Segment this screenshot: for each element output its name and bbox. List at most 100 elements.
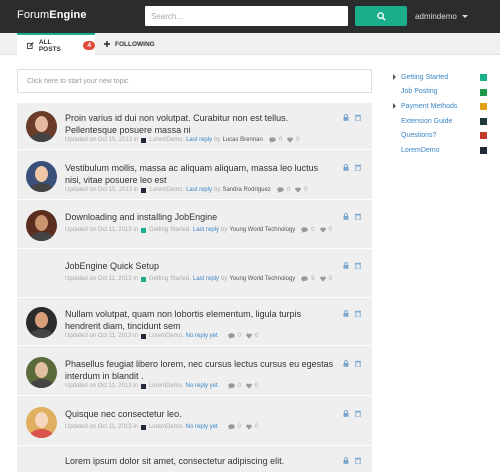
thread-title[interactable]: Nullam volutpat, quam non lobortis eleme… [65,308,335,332]
reply-author[interactable]: Young World Technology [229,276,295,282]
heart-icon [246,383,252,389]
thread-row[interactable]: Proin varius id dui non volutpat. Curabi… [17,103,372,150]
comment-icon [301,227,309,233]
thread-title[interactable]: Lorem ipsum dolor sit amet, consectetur … [65,455,335,467]
updated-text: Updated on Oct 11, 2013 in [65,227,138,233]
lock-icon[interactable] [343,310,349,317]
thread-title[interactable]: Phasellus feugiat libero lorem, nec curs… [65,358,335,382]
thread-meta: Updated on Oct 11, 2013 in LoremDemo. No… [65,333,258,339]
thread-row[interactable]: Downloading and installing JobEngine Upd… [17,202,372,249]
comment-icon [277,187,284,193]
thread-category[interactable]: LoremDemo. [149,137,184,143]
trash-icon[interactable] [355,213,361,220]
comment-icon [269,137,276,143]
last-reply-link[interactable]: Last reply [186,187,212,193]
lock-icon[interactable] [343,262,349,269]
thread-title[interactable]: JobEngine Quick Setup [65,260,335,272]
last-reply-link[interactable]: Last reply [193,227,219,233]
thread-title[interactable]: Quisque nec consectetur leo. [65,408,335,420]
updated-text: Updated on Oct 15, 2013 in [65,187,139,193]
category-item[interactable]: LoremDemo [388,143,500,158]
search-icon [376,11,386,21]
unread-count-badge: 4 [83,41,95,50]
lock-icon[interactable] [343,114,349,121]
brand-logo[interactable]: ForumEngine [17,9,87,21]
avatar[interactable] [26,307,57,338]
avatar[interactable] [26,210,57,241]
heart-icon [287,137,293,143]
last-reply-link[interactable]: No reply yet [186,383,218,389]
trash-icon[interactable] [355,310,361,317]
new-topic-input[interactable] [17,69,372,93]
category-swatch [141,137,147,143]
tab-following[interactable]: FOLLOWING [102,33,155,55]
thread-row[interactable]: Quisque nec consectetur leo. Updated on … [17,399,372,446]
comment-icon [227,383,235,389]
category-swatch [140,383,146,389]
avatar[interactable] [26,111,57,142]
category-color-swatch [480,103,487,111]
avatar[interactable] [26,161,57,192]
reply-author[interactable]: Young World Technology [229,227,295,233]
category-color-swatch [480,146,487,154]
trash-icon[interactable] [355,410,361,417]
tab-all-posts[interactable]: ALL POSTS 4 [17,33,95,56]
search-input[interactable] [145,6,348,26]
last-reply-link[interactable]: No reply yet [186,333,218,339]
thread-row[interactable]: Phasellus feugiat libero lorem, nec curs… [17,349,372,396]
category-label: Extension Guide [401,117,453,125]
lock-icon[interactable] [343,360,349,367]
reply-author[interactable]: Lucas Brennan [222,137,262,143]
category-item[interactable]: Extension Guide [388,114,500,129]
thread-category[interactable]: LoremDemo. [149,187,184,193]
like-count: 0 [328,276,332,282]
last-reply-link[interactable]: Last reply [193,276,219,282]
like-count: 0 [255,424,259,430]
tab-bar: ALL POSTS 4 FOLLOWING [0,33,500,56]
lock-icon[interactable] [343,410,349,417]
trash-icon[interactable] [355,457,361,464]
thread-meta: Updated on Oct 15, 2013 in LoremDemo. La… [65,187,308,193]
thread-title[interactable]: Proin varius id dui non volutpat. Curabi… [65,112,335,136]
reply-author[interactable]: Sandra Rodriguez [222,187,270,193]
category-swatch [140,424,146,430]
category-item[interactable]: Questions? [388,128,500,143]
comment-icon [227,333,235,339]
thread-row[interactable]: Vestibulum mollis, massa ac aliquam aliq… [17,153,372,200]
top-navbar: ForumEngine admindemo [0,0,500,33]
category-item[interactable]: Getting Started [388,70,500,85]
thread-row[interactable]: Nullam volutpat, quam non lobortis eleme… [17,299,372,346]
lock-icon[interactable] [343,164,349,171]
trash-icon[interactable] [355,114,361,121]
trash-icon[interactable] [355,262,361,269]
trash-icon[interactable] [355,164,361,171]
user-menu[interactable]: admindemo [415,12,468,21]
like-count: 0 [328,227,332,233]
thread-category[interactable]: LoremDemo. [149,383,184,389]
avatar[interactable] [26,407,57,438]
thread-title[interactable]: Downloading and installing JobEngine [65,211,335,223]
updated-text: Updated on Oct 11, 2013 in [65,333,138,339]
category-item[interactable]: Payment Methods [388,99,500,114]
thread-title[interactable]: Vestibulum mollis, massa ac aliquam aliq… [65,162,335,186]
thread-category[interactable]: LoremDemo. [149,333,184,339]
thread-category[interactable]: LoremDemo. [149,424,184,430]
like-count: 0 [255,333,259,339]
category-item[interactable]: Job Posting [388,85,500,100]
last-reply-link[interactable]: No reply yet [186,424,218,430]
comment-count: 0 [237,333,241,339]
caret-right-icon [393,74,396,80]
thread-category[interactable]: Getting Started. [149,276,191,282]
avatar[interactable] [26,357,57,388]
lock-icon[interactable] [343,457,349,464]
heart-icon [295,187,301,193]
thread-category[interactable]: Getting Started. [149,227,191,233]
category-color-swatch [480,117,487,125]
search-button[interactable] [355,6,407,26]
trash-icon[interactable] [355,360,361,367]
lock-icon[interactable] [343,213,349,220]
category-swatch [140,276,146,282]
thread-row[interactable]: Lorem ipsum dolor sit amet, consectetur … [17,446,372,472]
last-reply-link[interactable]: Last reply [186,137,212,143]
thread-row[interactable]: JobEngine Quick Setup Updated on Oct 11,… [17,251,372,298]
